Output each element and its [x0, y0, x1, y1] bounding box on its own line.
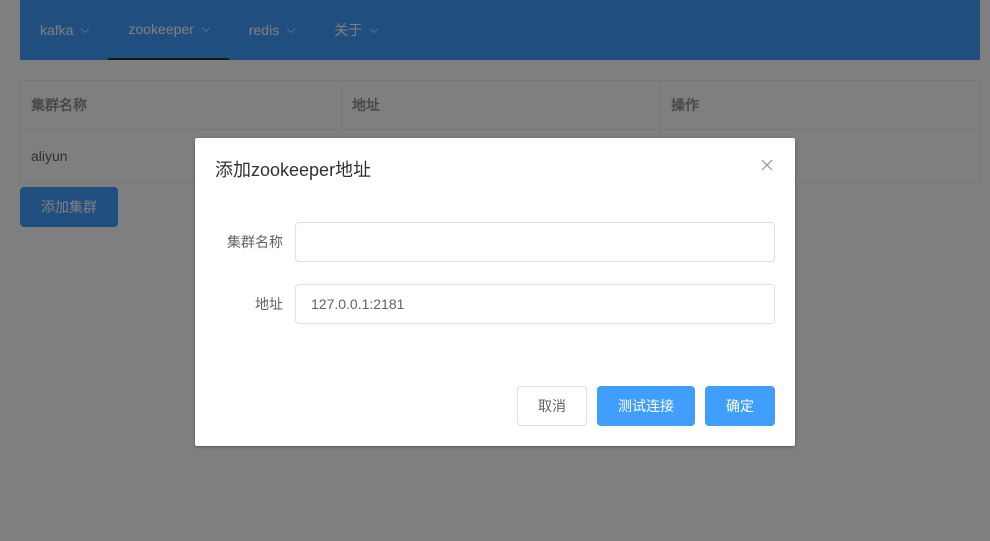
- form-row-cluster-name: 集群名称: [195, 222, 795, 262]
- dialog-title: 添加zookeeper地址: [215, 160, 372, 180]
- page: kafka zookeeper redis 关于 集群名称 地址 操作 aliy…: [0, 0, 990, 541]
- address-label: 地址: [255, 296, 283, 312]
- test-connection-button[interactable]: 测试连接: [597, 386, 695, 426]
- address-input[interactable]: [295, 284, 775, 324]
- confirm-button[interactable]: 确定: [705, 386, 775, 426]
- close-icon[interactable]: [761, 159, 773, 171]
- form-row-address: 地址: [195, 284, 795, 324]
- cluster-name-label: 集群名称: [227, 234, 283, 250]
- add-address-dialog: 添加zookeeper地址 集群名称 地址 取消 测试连接 确定: [195, 138, 795, 446]
- cluster-name-input[interactable]: [295, 222, 775, 262]
- cancel-button[interactable]: 取消: [517, 386, 587, 426]
